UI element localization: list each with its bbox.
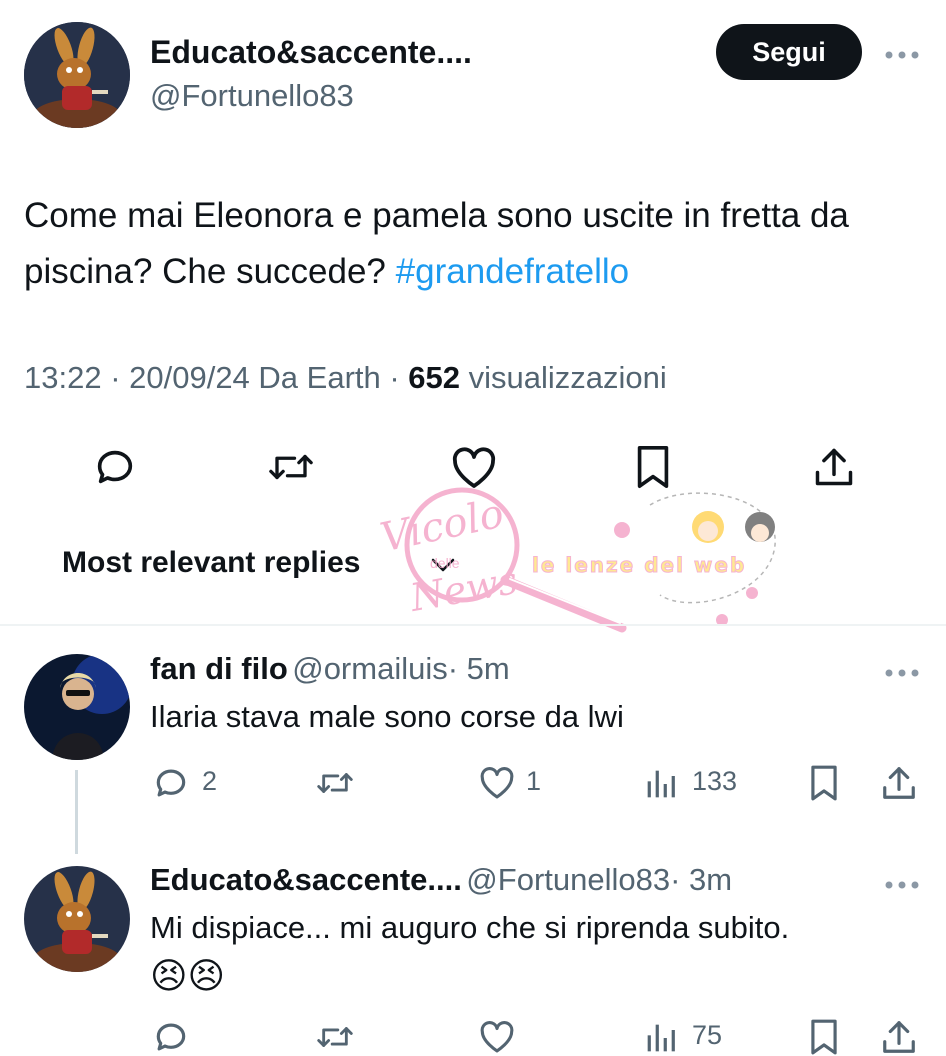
views-count: 75 <box>692 1020 723 1050</box>
more-icon[interactable] <box>884 46 920 60</box>
reply-author-handle[interactable]: @Fortunello83 <box>466 862 670 897</box>
more-icon[interactable] <box>884 876 920 890</box>
author-handle[interactable]: @Fortunello83 <box>150 78 354 114</box>
rabbit-avatar-image <box>24 22 130 128</box>
reply-header: Educato&saccente.... @Fortunello83· 3m <box>150 862 732 898</box>
tweet-text: Come mai Eleonora e pamela sono uscite i… <box>24 188 924 300</box>
tweet-metadata: 13:22 · 20/09/24 Da Earth · 652 visualiz… <box>24 360 667 396</box>
like-count: 1 <box>526 766 542 796</box>
section-divider <box>0 624 946 626</box>
reply-count: 2 <box>202 766 218 796</box>
views-icon[interactable] <box>644 768 678 800</box>
retweet-icon[interactable] <box>314 1020 356 1054</box>
reply-header: fan di filo @ormailuis· 5m <box>150 651 510 687</box>
views-label: visualizzazioni <box>460 360 667 395</box>
thread-connector-line <box>75 770 78 854</box>
reply-emoji: 😣😣 <box>150 955 226 996</box>
reply-icon[interactable] <box>152 1018 190 1056</box>
rabbit-avatar-image <box>24 866 130 972</box>
retweet-icon[interactable] <box>314 766 356 800</box>
reply-time[interactable]: · 5m <box>448 651 510 686</box>
bookmark-icon[interactable] <box>808 1018 840 1056</box>
like-icon[interactable] <box>478 1020 516 1054</box>
reply-icon[interactable] <box>92 444 138 490</box>
reply-time[interactable]: · 3m <box>670 862 732 897</box>
tweet-timestamp[interactable]: 13:22 · 20/09/24 Da Earth · <box>24 360 408 395</box>
follow-button[interactable]: Segui <box>716 24 862 80</box>
like-icon[interactable] <box>478 766 516 800</box>
author-name[interactable]: Educato&saccente.... <box>150 34 472 71</box>
reply-author-name[interactable]: fan di filo <box>150 651 288 686</box>
reply-author-handle[interactable]: @ormailuis <box>292 651 448 686</box>
hashtag-link[interactable]: #grandefratello <box>396 252 630 291</box>
reply-text: Ilaria stava male sono corse da lwi <box>150 699 624 734</box>
reply-text: Mi dispiace... mi auguro che si riprenda… <box>150 910 790 945</box>
share-icon[interactable] <box>880 764 918 802</box>
user-photo-avatar-image <box>24 654 130 760</box>
reply-avatar[interactable] <box>24 866 130 972</box>
views-count: 652 <box>408 360 461 395</box>
reply-icon[interactable] <box>152 764 190 802</box>
reply-author-name[interactable]: Educato&saccente.... <box>150 862 462 897</box>
like-icon[interactable] <box>450 446 498 490</box>
bookmark-icon[interactable] <box>808 764 840 802</box>
more-icon[interactable] <box>884 664 920 678</box>
author-avatar[interactable] <box>24 22 130 128</box>
views-icon[interactable] <box>644 1022 678 1054</box>
share-icon[interactable] <box>812 444 856 490</box>
share-icon[interactable] <box>880 1018 918 1056</box>
bookmark-icon[interactable] <box>634 444 672 490</box>
views-count: 133 <box>692 766 738 796</box>
replies-sort-label[interactable]: Most relevant replies <box>62 546 360 580</box>
retweet-icon[interactable] <box>266 446 316 488</box>
watermark-logo: Vicolo delle News le lenze del web <box>360 485 790 635</box>
watermark-banner-text: le lenze del web <box>531 553 747 578</box>
reply-avatar[interactable] <box>24 654 130 760</box>
